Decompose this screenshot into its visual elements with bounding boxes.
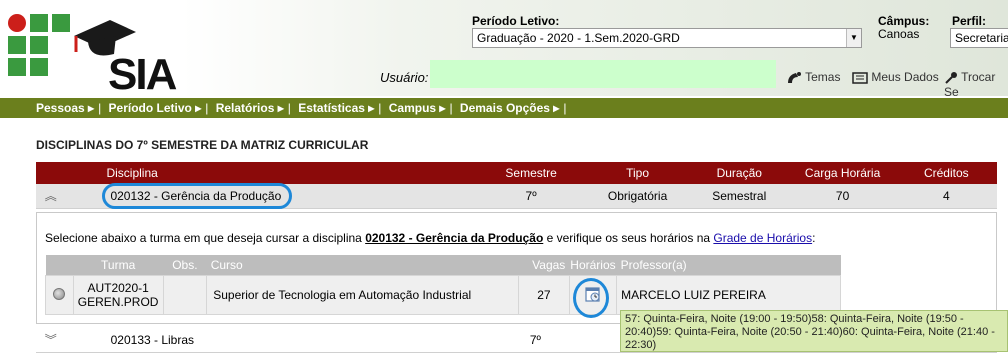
table-header-row: Disciplina Semestre Tipo Duração Carga H… <box>36 162 997 184</box>
turma-header-turma: Turma <box>73 255 164 276</box>
turma-code-line1: AUT2020-1 <box>87 281 149 295</box>
logo-square <box>30 36 48 54</box>
nav-label: Demais Opções <box>459 101 550 115</box>
meus-dados-label: Meus Dados <box>871 70 939 84</box>
header-expand <box>36 162 66 184</box>
nav-item-relatorios[interactable]: Relatórios ▸ <box>216 101 284 115</box>
campus-value: Canoas <box>878 27 920 41</box>
turma-vagas: 27 <box>518 275 570 315</box>
usuario-field <box>430 60 776 88</box>
periodo-value: Graduação - 2020 - 1.Sem.2020-GRD <box>477 31 680 45</box>
row-blank <box>65 328 103 353</box>
row-creditos: 4 <box>895 184 997 209</box>
satellite-icon <box>788 71 801 83</box>
row-tipo: Obrigatória <box>586 184 689 209</box>
main-nav: Pessoas ▸ | Período Letivo ▸ | Relatórios … <box>0 98 1008 118</box>
logo-square <box>8 58 26 76</box>
turma-header-horarios: Horários <box>569 255 617 276</box>
nav-item-pessoas[interactable]: Pessoas ▸ <box>36 101 94 115</box>
row-duracao: Semestral <box>688 184 790 209</box>
nav-item-demais-opcoes[interactable]: Demais Opções ▸ <box>460 101 559 115</box>
panel-instruction: Selecione abaixo a turma em que deseja c… <box>45 231 815 245</box>
turma-code: AUT2020-1 GEREN.PROD <box>72 275 164 315</box>
row-blank <box>65 184 103 209</box>
nav-separator: | <box>98 101 102 115</box>
nav-separator: | <box>449 101 453 115</box>
header-disciplina: Disciplina <box>102 162 476 184</box>
periodo-label: Período Letivo: <box>472 14 560 28</box>
header-tipo: Tipo <box>586 162 689 184</box>
perfil-select[interactable]: Secretaria <box>950 28 1008 48</box>
chevron-down-icon[interactable]: ▼ <box>846 29 861 47</box>
turmas-panel: Selecione abaixo a turma em que deseja c… <box>36 212 997 324</box>
radio-icon[interactable] <box>53 287 66 300</box>
expand-icon[interactable]: ︾ <box>36 328 66 353</box>
turma-header-vagas: Vagas <box>518 255 570 276</box>
sia-logo[interactable]: SIA <box>8 14 208 99</box>
turma-header-row: Turma Obs. Curso Vagas Horários Professo… <box>45 255 841 276</box>
nav-separator: | <box>563 101 567 115</box>
perfil-value: Secretaria <box>955 31 1008 45</box>
nav-item-campus[interactable]: Campus ▸ <box>389 101 446 115</box>
id-card-icon <box>852 72 868 84</box>
header-creditos: Créditos <box>895 162 997 184</box>
row-disciplina: 020133 - Libras <box>102 328 481 353</box>
periodo-select[interactable]: Graduação - 2020 - 1.Sem.2020-GRD ▼ <box>472 28 862 48</box>
turma-header-professor: Professor(a) <box>616 255 841 276</box>
logo-square <box>52 14 70 32</box>
turma-header-select <box>45 255 74 276</box>
row-semestre: 7º <box>480 328 591 353</box>
turma-professor: MARCELO LUIZ PEREIRA <box>616 275 841 315</box>
campus-label: Câmpus: <box>878 14 930 28</box>
instruction-disciplina: 020132 - Gerência da Produção <box>365 231 544 245</box>
nav-label: Estatísticas <box>298 101 365 115</box>
turma-curso: Superior de Tecnologia em Automação Indu… <box>206 275 520 315</box>
nav-separator: | <box>287 101 291 115</box>
temas-label: Temas <box>805 70 841 84</box>
nav-label: Pessoas <box>36 101 85 115</box>
turma-header-curso: Curso <box>206 255 519 276</box>
usuario-label: Usuário: <box>380 70 429 85</box>
nav-separator: | <box>378 101 382 115</box>
logo-square <box>8 36 26 54</box>
instruction-text: e verifique os seus horários na <box>543 231 714 245</box>
turma-obs <box>162 275 208 315</box>
turmas-table: Turma Obs. Curso Vagas Horários Professo… <box>45 255 841 315</box>
nav-label: Período Letivo <box>108 101 192 115</box>
turma-code-line2: GEREN.PROD <box>77 295 159 309</box>
header-duracao: Duração <box>688 162 790 184</box>
header-semestre: Semestre <box>475 162 587 184</box>
trocar-senha-link[interactable]: Trocar Se <box>944 70 1008 99</box>
instruction-text: Selecione abaixo a turma em que deseja c… <box>45 231 366 245</box>
nav-item-periodo-letivo[interactable]: Período Letivo ▸ <box>109 101 202 115</box>
header-blank <box>65 162 103 184</box>
nav-label: Relatórios <box>215 101 275 115</box>
row-semestre: 7º <box>475 184 587 209</box>
logo-text: SIA <box>108 50 177 99</box>
section-title: DISCIPLINAS DO 7º SEMESTRE DA MATRIZ CUR… <box>36 138 369 152</box>
temas-link[interactable]: Temas <box>786 70 840 85</box>
turma-radio[interactable] <box>45 275 74 315</box>
meus-dados-link[interactable]: Meus Dados <box>852 70 939 84</box>
highlight-disciplina <box>102 183 292 209</box>
logo-square <box>30 14 48 32</box>
highlight-horarios <box>573 278 609 318</box>
horarios-tooltip: 57: Quinta-Feira, Noite (19:00 - 19:50)5… <box>620 310 1008 352</box>
header: SIA Período Letivo: Graduação - 2020 - 1… <box>0 0 1008 99</box>
turma-row[interactable]: AUT2020-1 GEREN.PROD Superior de Tecnolo… <box>45 275 841 315</box>
header-carga: Carga Horária <box>789 162 896 184</box>
nav-item-estatisticas[interactable]: Estatísticas ▸ <box>298 101 374 115</box>
nav-label: Campus <box>388 101 437 115</box>
nav-separator: | <box>205 101 209 115</box>
turma-header-obs: Obs. <box>163 255 207 276</box>
collapse-icon[interactable]: ︽ <box>36 184 66 209</box>
row-carga: 70 <box>789 184 896 209</box>
key-icon <box>945 71 957 84</box>
perfil-label: Perfil: <box>952 14 987 28</box>
grade-horarios-link[interactable]: Grade de Horários <box>713 231 812 245</box>
logo-square <box>30 58 48 76</box>
instruction-text: : <box>812 231 816 245</box>
logo-red-circle <box>8 14 26 32</box>
